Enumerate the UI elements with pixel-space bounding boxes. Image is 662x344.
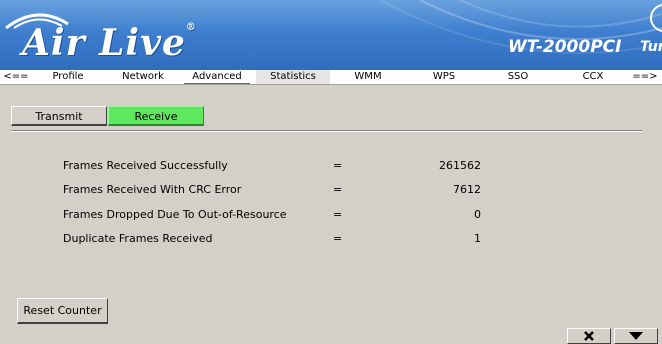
stat-value: 261562 xyxy=(439,159,481,172)
logo-registered-mark: ® xyxy=(185,22,197,33)
stat-row: Frames Received With CRC Error = 7612 xyxy=(0,182,662,198)
tab-underline xyxy=(184,83,250,84)
stat-equals: = xyxy=(333,208,343,221)
stat-value: 1 xyxy=(474,232,481,245)
stat-value: 7612 xyxy=(453,183,481,196)
tab-network[interactable]: Network xyxy=(112,70,174,84)
stat-label: Duplicate Frames Received xyxy=(63,232,213,245)
tab-statistics[interactable]: Statistics xyxy=(256,70,330,84)
turbo-label: Tur xyxy=(640,39,662,55)
stat-equals: = xyxy=(333,183,343,196)
logo: Air Live® xyxy=(22,22,197,64)
minimize-button[interactable] xyxy=(614,328,658,344)
tab-bar: <== Profile Network Advanced Statistics … xyxy=(0,70,662,85)
stat-label: Frames Received With CRC Error xyxy=(63,183,242,196)
divider xyxy=(11,130,642,132)
tab-advanced[interactable]: Advanced xyxy=(184,70,250,84)
tab-scroll-right[interactable]: ==> xyxy=(630,70,660,84)
stat-equals: = xyxy=(333,159,343,172)
tab-sso[interactable]: SSO xyxy=(492,70,544,84)
stat-label: Frames Received Successfully xyxy=(63,159,228,172)
subtab-receive[interactable]: Receive xyxy=(108,106,204,126)
subtab-transmit[interactable]: Transmit xyxy=(11,106,107,126)
logo-text: Air Live xyxy=(22,22,186,64)
triangle-down-icon xyxy=(629,332,643,340)
tab-wmm[interactable]: WMM xyxy=(340,70,396,84)
stat-row: Duplicate Frames Received = 1 xyxy=(0,231,662,247)
tab-wps[interactable]: WPS xyxy=(416,70,472,84)
stat-equals: = xyxy=(333,232,343,245)
stat-value: 0 xyxy=(474,208,481,221)
stat-label: Frames Dropped Due To Out-of-Resource xyxy=(63,208,287,221)
model-name: WT-2000PCI xyxy=(508,37,622,57)
tab-scroll-left[interactable]: <== xyxy=(2,70,30,84)
close-icon xyxy=(584,331,594,341)
stat-row: Frames Received Successfully = 261562 xyxy=(0,158,662,174)
tab-ccx[interactable]: CCX xyxy=(566,70,620,84)
close-button[interactable] xyxy=(567,328,611,344)
header-banner: Air Live® WT-2000PCI Tur xyxy=(0,0,662,70)
reset-counter-button[interactable]: Reset Counter xyxy=(17,298,108,324)
stat-row: Frames Dropped Due To Out-of-Resource = … xyxy=(0,207,662,223)
tab-profile[interactable]: Profile xyxy=(40,70,96,84)
